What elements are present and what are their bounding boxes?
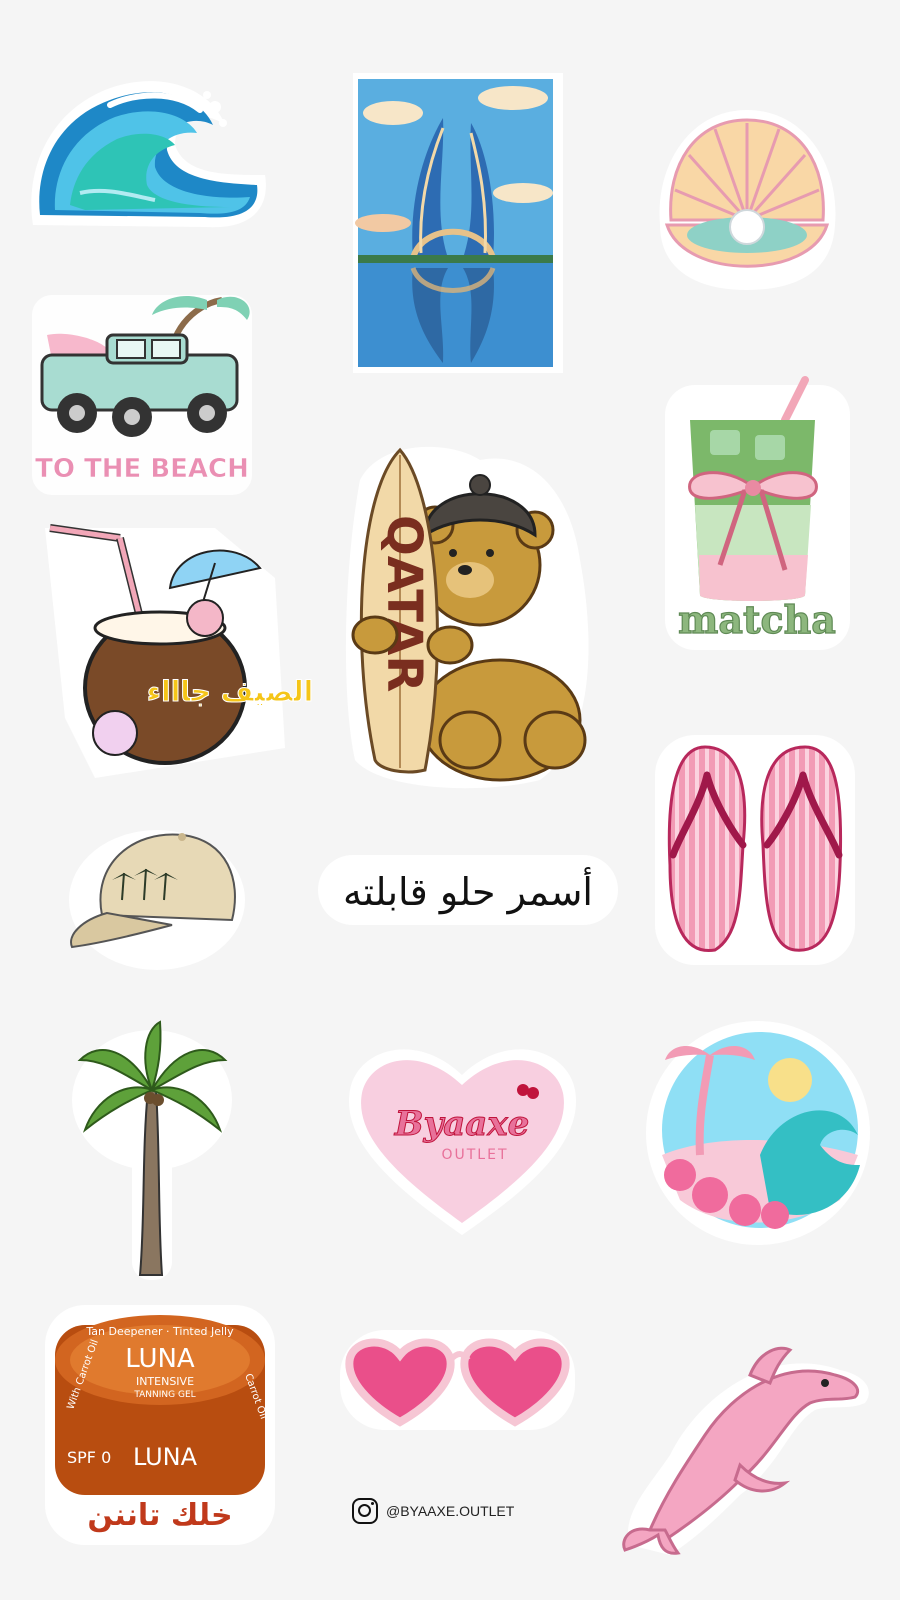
instagram-handle[interactable]: @BYAAXE.OUTLET	[386, 1503, 514, 1519]
palm-cap-icon	[69, 830, 245, 970]
luna-line1: INTENSIVE	[136, 1375, 194, 1388]
coconut-sticker: الصيف جاااء	[35, 518, 335, 788]
cap-sticker	[62, 825, 245, 970]
instagram-icon[interactable]	[352, 1498, 378, 1524]
luna-brand: LUNA	[125, 1344, 195, 1374]
heart-logo-sticker: Byaaxe OUTLET	[345, 1035, 580, 1240]
luna-caption: خلك تاننن	[87, 1498, 232, 1533]
surfboard-caption: QATAR	[376, 515, 432, 692]
coconut-caption: الصيف جاااء	[147, 675, 313, 708]
coconut-drink-icon: الصيف جاااء	[45, 524, 314, 778]
wave-sticker	[25, 75, 270, 235]
matcha-caption: matcha	[678, 597, 836, 642]
heart-logo-sub: OUTLET	[441, 1147, 508, 1163]
pearl-shell-icon	[659, 110, 836, 290]
arabic-phrase-sticker: أسمر حلو قابلته	[318, 850, 618, 930]
heart-logo-brand: Byaaxe	[394, 1104, 529, 1144]
heart-sunglasses-icon	[340, 1330, 575, 1430]
arabic-phrase: أسمر حلو قابلته	[343, 867, 593, 915]
flip-flops-icon	[655, 735, 855, 965]
lusail-towers-icon	[353, 73, 563, 373]
teddy-bear-surfboard-icon: QATAR	[345, 446, 589, 789]
matcha-drink-icon: matcha	[665, 376, 850, 650]
tanning-gel-icon: Tan Deepener · Tinted Jelly LUNA INTENSI…	[45, 1305, 275, 1545]
palm-sticker	[70, 1020, 235, 1280]
shell-sticker	[655, 105, 840, 295]
bear-sticker: QATAR	[340, 440, 600, 790]
beach-circle-sticker	[640, 1015, 870, 1245]
truck-sticker: TO THE BEACH	[32, 295, 252, 495]
dolphin-sticker	[610, 1335, 875, 1560]
beach-truck-icon: TO THE BEACH	[32, 295, 252, 495]
sunglasses-sticker	[340, 1330, 575, 1430]
luna-top-text: Tan Deepener · Tinted Jelly	[85, 1325, 234, 1338]
heart-logo-icon: Byaaxe OUTLET	[348, 1049, 577, 1235]
luna-sticker: Tan Deepener · Tinted Jelly LUNA INTENSI…	[45, 1305, 275, 1545]
beach-scene-icon	[646, 1021, 870, 1245]
pink-dolphin-icon	[622, 1346, 869, 1555]
wave-icon	[31, 81, 266, 228]
palm-tree-icon	[72, 1020, 232, 1280]
towers-poster-sticker	[353, 73, 563, 373]
luna-line2: TANNING GEL	[133, 1390, 195, 1400]
luna-brand-2: LUNA	[133, 1443, 198, 1471]
matcha-sticker: matcha	[665, 375, 850, 650]
footer: @BYAAXE.OUTLET	[352, 1498, 514, 1524]
luna-spf: SPF 0	[67, 1448, 111, 1467]
flipflops-sticker	[655, 735, 855, 965]
truck-caption: TO THE BEACH	[35, 454, 249, 484]
